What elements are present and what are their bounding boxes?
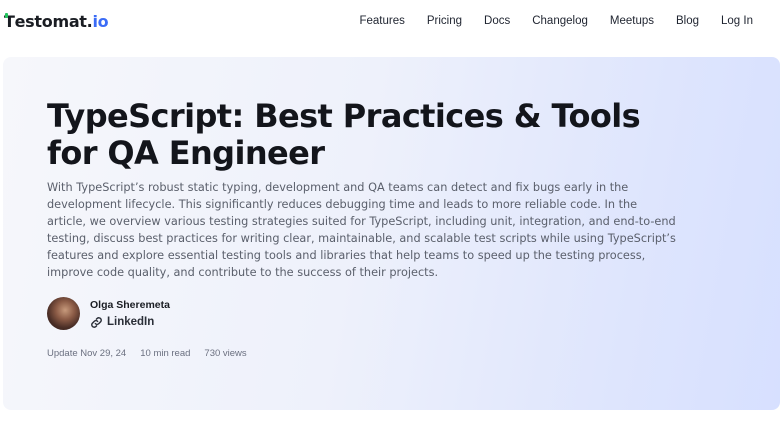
nav-link-changelog[interactable]: Changelog [532,15,588,27]
article-meta: Update Nov 29, 24 10 min read 730 views [47,348,247,359]
author-name: Olga Sheremeta [90,299,170,311]
nav-link-features[interactable]: Features [359,15,404,27]
nav-link-pricing[interactable]: Pricing [427,15,462,27]
article-read-time: 10 min read [140,348,191,359]
logo-wordmark: estomat. [14,12,93,31]
nav-link-meetups[interactable]: Meetups [610,15,654,27]
article-updated-date: Update Nov 29, 24 [47,348,127,359]
logo-first-letter: T [4,12,15,31]
testomat-logo[interactable]: T estomat. io [4,12,109,31]
article-intro: With TypeScript’s robust static typing, … [47,181,676,279]
article-title: TypeScript: Best Practices & Tools for Q… [47,97,641,172]
article-views: 730 views [204,348,247,359]
link-icon [90,316,103,329]
logo-check-mark [5,13,8,18]
logo-domain: io [92,12,109,31]
nav-link-blog[interactable]: Blog [676,15,699,27]
nav-link-login[interactable]: Log In [721,15,753,27]
author-avatar [47,297,80,330]
nav-link-docs[interactable]: Docs [484,15,510,27]
linkedin-label: LinkedIn [107,316,155,328]
author-linkedin-link[interactable]: LinkedIn [90,315,154,329]
top-navigation-bar: T estomat. io Features Pricing Docs Chan… [0,0,780,44]
main-nav: Features Pricing Docs Changelog Meetups … [359,15,753,27]
